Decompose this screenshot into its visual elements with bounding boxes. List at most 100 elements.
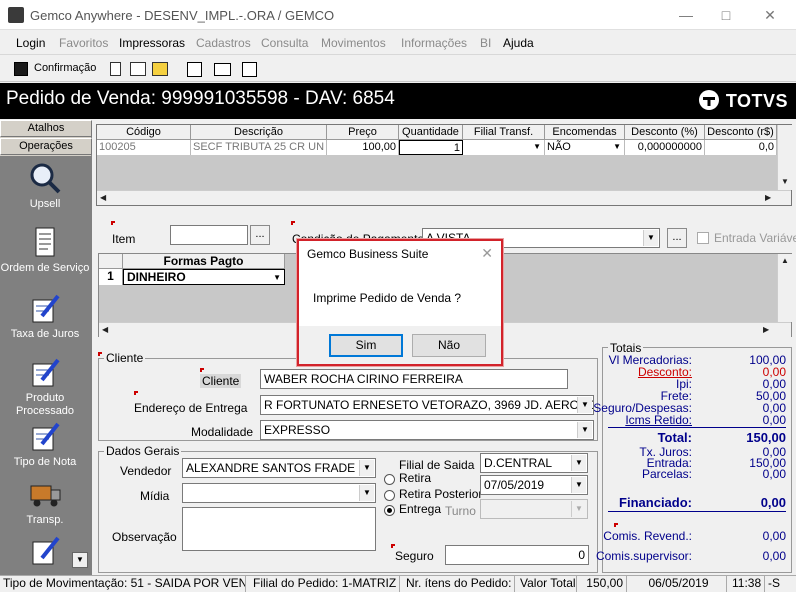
grid-hscroll[interactable]: ◀ ▶ <box>97 190 791 205</box>
dialog-close-icon[interactable]: ✕ <box>481 245 493 262</box>
dialog-footer: Sim Não <box>299 326 501 364</box>
chevron-down-icon[interactable]: ▼ <box>533 140 541 154</box>
retira-posterior-date[interactable]: 07/05/2019 ▼ <box>480 475 588 495</box>
chevron-down-icon[interactable]: ▼ <box>577 397 592 413</box>
col-codigo[interactable]: Código <box>97 125 191 140</box>
formas-header[interactable]: Formas Pagto <box>123 254 285 269</box>
scroll-left-icon[interactable]: ◀ <box>100 193 106 202</box>
search-document-icon[interactable] <box>152 62 168 76</box>
cell-preco[interactable]: 100,00 <box>327 140 399 155</box>
menu-informacoes[interactable]: Informações <box>401 36 467 50</box>
retira-posterior-radio[interactable] <box>384 490 395 501</box>
sidebar-item-taxa-juros[interactable]: Taxa de Juros <box>0 292 90 341</box>
seguro-input[interactable]: 0 <box>445 545 589 565</box>
filial-saida-select[interactable]: D.CENTRAL ▼ <box>480 453 588 473</box>
menu-movimentos[interactable]: Movimentos <box>321 36 386 50</box>
col-encomendas[interactable]: Encomendas <box>545 125 625 140</box>
sidebar-item-upsell[interactable]: Upsell <box>0 162 90 211</box>
cliente-input[interactable]: WABER ROCHA CIRINO FERREIRA <box>260 369 568 389</box>
new-document-icon[interactable] <box>110 62 121 76</box>
chevron-down-icon[interactable]: ▼ <box>571 477 586 493</box>
list-icon[interactable] <box>242 62 257 77</box>
calendar-icon[interactable] <box>187 62 202 77</box>
col-desc-pct[interactable]: Desconto (%) <box>625 125 705 140</box>
cell-codigo[interactable]: 100205 <box>97 140 191 155</box>
scroll-right-icon[interactable]: ▶ <box>765 193 771 202</box>
edit-document-icon <box>32 294 60 323</box>
col-filial[interactable]: Filial Transf. <box>463 125 545 140</box>
cell-encomendas[interactable]: NÃO ▼ <box>545 140 625 155</box>
formas-vscroll[interactable]: ▲ <box>777 254 792 322</box>
midia-select[interactable]: ▼ <box>182 483 376 503</box>
sidebar-item-tipo-nota[interactable]: Tipo de Nota <box>0 420 90 469</box>
condicao-lookup-button[interactable]: ... <box>667 228 687 248</box>
observacao-textarea[interactable] <box>182 507 376 551</box>
close-icon[interactable]: ✕ <box>760 5 780 25</box>
formas-row-dinheiro[interactable]: DINHEIRO ▼ <box>123 269 285 285</box>
scroll-right-icon[interactable]: ▶ <box>763 325 769 334</box>
chevron-down-icon[interactable]: ▼ <box>273 271 281 285</box>
maximize-icon[interactable]: □ <box>716 5 736 25</box>
edit-document-icon <box>32 536 60 565</box>
yes-button[interactable]: Sim <box>329 334 403 357</box>
menu-login[interactable]: Login <box>16 36 45 50</box>
modalidade-label: Modalidade <box>191 425 254 439</box>
menu-bi[interactable]: BI <box>480 36 491 50</box>
entrega-radio[interactable] <box>384 505 395 516</box>
chevron-down-icon[interactable]: ▼ <box>643 230 658 246</box>
col-preco[interactable]: Preço <box>327 125 399 140</box>
endereco-select[interactable]: R FORTUNATO ERNESETO VETORAZO, 3969 JD. … <box>260 395 594 415</box>
print-icon[interactable] <box>130 62 146 76</box>
cell-desc-rs[interactable]: 0,0 <box>705 140 777 155</box>
status-valor-total: 150,00 <box>577 576 627 592</box>
minimize-icon[interactable]: — <box>676 5 696 25</box>
scroll-up-icon[interactable]: ▲ <box>781 256 789 265</box>
menu-cadastros[interactable]: Cadastros <box>196 36 251 50</box>
no-button[interactable]: Não <box>412 334 486 357</box>
menu-favoritos[interactable]: Favoritos <box>59 36 108 50</box>
modalidade-select[interactable]: EXPRESSO ▼ <box>260 420 594 440</box>
sidebar-item-transp[interactable]: Transp. <box>0 478 90 527</box>
chevron-down-icon[interactable]: ▼ <box>359 460 374 476</box>
card-icon[interactable] <box>214 63 231 76</box>
status-nr-itens: Nr. ítens do Pedido: 1 <box>403 576 515 592</box>
chevron-down-icon[interactable]: ▼ <box>577 422 592 438</box>
confirm-dialog: Gemco Business Suite ✕ Imprime Pedido de… <box>297 239 503 366</box>
vendedor-select[interactable]: ALEXANDRE SANTOS FRADE ▼ <box>182 458 376 478</box>
sidebar-scroll-down-icon[interactable]: ▼ <box>72 552 88 568</box>
menu-impressoras[interactable]: Impressoras <box>119 36 185 50</box>
retira-radio[interactable] <box>384 474 395 485</box>
icms-retido-label[interactable]: Icms Retido: <box>625 413 692 427</box>
total-value: 150,00 <box>746 430 786 445</box>
turno-select[interactable]: ▼ <box>480 499 588 519</box>
scroll-left-icon[interactable]: ◀ <box>102 325 108 334</box>
chevron-down-icon[interactable]: ▼ <box>571 455 586 471</box>
col-descricao[interactable]: Descrição <box>191 125 327 140</box>
sidebar-tab-atalhos[interactable]: Atalhos <box>0 120 92 137</box>
save-icon[interactable] <box>14 62 28 76</box>
scroll-down-icon[interactable]: ▼ <box>781 177 789 186</box>
item-input[interactable] <box>170 225 248 245</box>
chevron-down-icon[interactable]: ▼ <box>359 485 374 501</box>
menu-consulta[interactable]: Consulta <box>261 36 308 50</box>
retira-posterior-label: Retira Posterior <box>399 487 483 501</box>
cell-filial[interactable]: ▼ <box>463 140 545 155</box>
required-marker <box>134 391 138 395</box>
confirm-button[interactable]: Confirmação <box>34 62 96 74</box>
cell-quantidade[interactable]: 1 <box>399 140 463 155</box>
item-lookup-button[interactable]: ... <box>250 225 270 245</box>
chevron-down-icon[interactable]: ▼ <box>571 501 586 517</box>
sidebar-item-produto-processado[interactable]: Produto Processado <box>0 356 90 418</box>
col-quantidade[interactable]: Quantidade <box>399 125 463 140</box>
col-desc-rs[interactable]: Desconto (r$) <box>705 125 777 140</box>
sidebar-item-ordem-servico[interactable]: Ordem de Serviço <box>0 226 90 275</box>
chevron-down-icon[interactable]: ▼ <box>613 140 621 154</box>
page-title: Pedido de Venda: 999991035598 - DAV: 685… <box>6 88 395 109</box>
menu-ajuda[interactable]: Ajuda <box>503 36 534 50</box>
cell-desc-pct[interactable]: 0,000000000 <box>625 140 705 155</box>
sidebar-tab-operacoes[interactable]: Operações <box>0 138 92 155</box>
cell-descricao[interactable]: SECF TRIBUTA 25 CR UN <box>191 140 327 155</box>
grid-vscroll[interactable]: ▼ <box>777 125 792 190</box>
entrada-variavel-checkbox[interactable] <box>697 232 709 244</box>
edit-document-icon <box>32 358 60 387</box>
